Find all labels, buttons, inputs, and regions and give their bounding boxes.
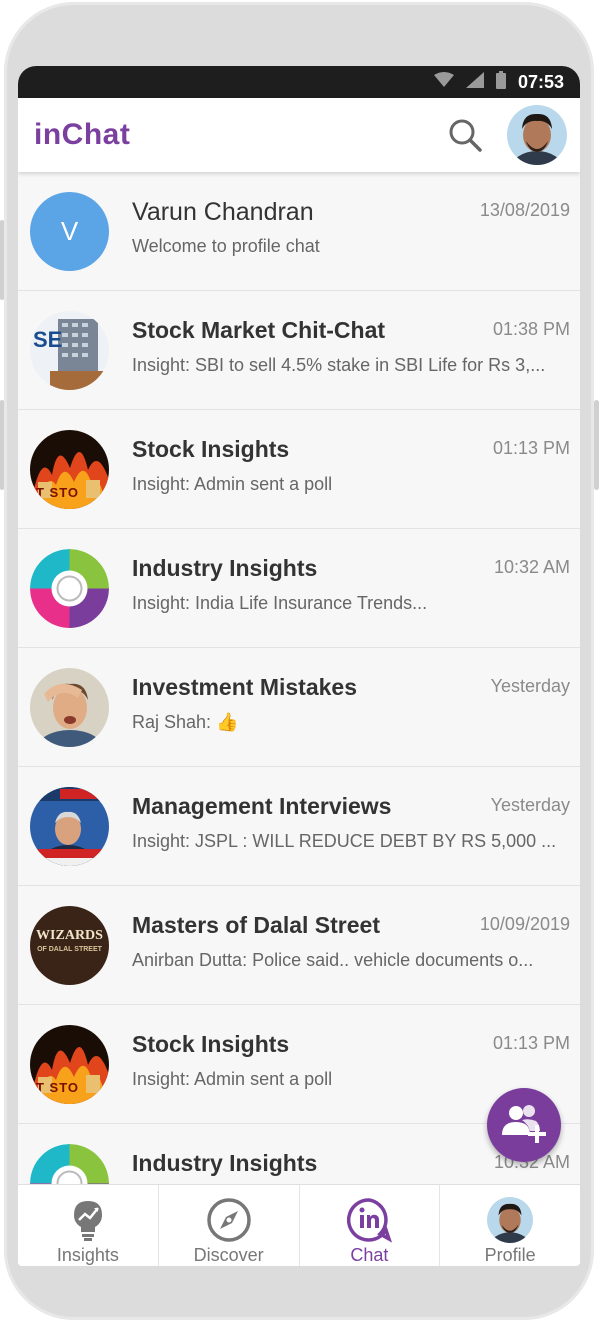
tab-label: Insights [56,1245,119,1265]
compass-icon [206,1197,252,1243]
chat-time: 13/08/2019 [479,200,570,220]
chat-time: 01:13 PM [492,438,570,458]
chat-name: Stock Insights [132,1031,290,1057]
phone-side-button [0,400,4,490]
chat-avatar [30,668,109,747]
phone-side-button [594,400,599,490]
tab-insights[interactable]: Insights [18,1185,159,1266]
app-title: inChat [34,118,131,151]
tab-profile[interactable]: Profile [440,1185,580,1266]
chat-last-message: Insight: SBI to sell 4.5% stake in SBI L… [132,355,546,375]
chat-last-message: Welcome to profile chat [132,236,320,256]
chat-avatar: WIZARDS OF DALAL STREET [30,906,109,985]
avatar-logo-text: WIZARDS [36,928,103,943]
chat-time: 10/09/2019 [479,914,570,934]
chat-item[interactable]: SE Stock Market Chit-Chat Insight: SBI t… [18,291,580,410]
signal-icon [465,71,484,93]
chat-name: Investment Mistakes [132,674,357,700]
inchat-logo-icon [346,1197,393,1243]
chat-avatar: V [30,192,109,271]
chat-last-message: Anirban Dutta: Police said.. vehicle doc… [132,950,534,970]
chat-name: Stock Market Chit-Chat [132,317,386,343]
avatar-logo-subtext: OF DALAL STREET [37,946,102,953]
chat-last-message: Insight: India Life Insurance Trends... [132,593,428,613]
chat-time: 01:38 PM [492,319,570,339]
search-icon[interactable] [445,115,485,155]
chat-name: Masters of Dalal Street [132,912,380,938]
avatar-logo-text: T STO [36,485,80,500]
chat-item[interactable]: Industry Insights Insight: India Life In… [18,529,580,648]
chat-item[interactable]: T STO Stock Insights Insight: Admin sent… [18,410,580,529]
chat-last-message: Insight: JSPL : WILL REDUCE DEBT BY RS 5… [132,831,557,851]
chat-time: 01:13 PM [492,1033,570,1053]
chat-name: Stock Insights [132,436,290,462]
chat-last-message: Raj Shah: 👍 [132,712,239,732]
chat-item[interactable]: Management Interviews Insight: JSPL : WI… [18,767,580,886]
chat-time: Yesterday [490,676,570,696]
tab-label: Profile [484,1245,536,1265]
chat-time: Yesterday [490,795,570,815]
chat-last-message: Insight: Admin sent a poll [132,474,333,494]
status-bar: 07:53 [18,66,580,98]
app-screen: 07:53 inChat V Varun Chandran Welcome to… [18,66,580,1266]
chat-name: Industry Insights [132,555,318,581]
new-group-button[interactable] [487,1088,561,1162]
app-bar: inChat [18,98,580,172]
phone-side-button [0,220,4,300]
tab-label: Chat [350,1245,389,1265]
chat-name: Management Interviews [132,793,392,819]
battery-icon [495,70,506,94]
bulb-chart-icon [65,1197,111,1243]
chat-avatar: SE [30,311,109,390]
avatar-logo-text: SE [33,327,63,352]
tab-chat[interactable]: Chat [300,1185,441,1266]
chat-item[interactable]: WIZARDS OF DALAL STREET Masters of Dalal… [18,886,580,1005]
avatar [487,1197,534,1243]
chat-avatar [30,787,109,866]
chat-avatar: T STO [30,1025,109,1104]
tab-discover[interactable]: Discover [159,1185,300,1266]
avatar-logo-text: T STO [36,1080,80,1095]
chat-name: Varun Chandran [132,198,314,226]
chat-item[interactable]: Investment Mistakes Raj Shah: 👍 Yesterda… [18,648,580,767]
add-group-icon [500,1101,548,1150]
chat-item[interactable]: V Varun Chandran Welcome to profile chat… [18,172,580,291]
wifi-icon [433,71,454,93]
chat-time: 10:32 AM [493,557,570,577]
tab-label: Discover [193,1245,264,1265]
bottom-navigation: Insights Discover Chat Profile [18,1184,580,1266]
chat-avatar [30,549,109,628]
chat-list: V Varun Chandran Welcome to profile chat… [18,172,580,1243]
user-avatar[interactable] [507,105,567,165]
status-time: 07:53 [517,71,564,92]
avatar-initial: V [60,216,79,246]
chat-name: Industry Insights [132,1150,318,1176]
chat-avatar: T STO [30,430,109,509]
chat-last-message: Insight: Admin sent a poll [132,1069,333,1089]
